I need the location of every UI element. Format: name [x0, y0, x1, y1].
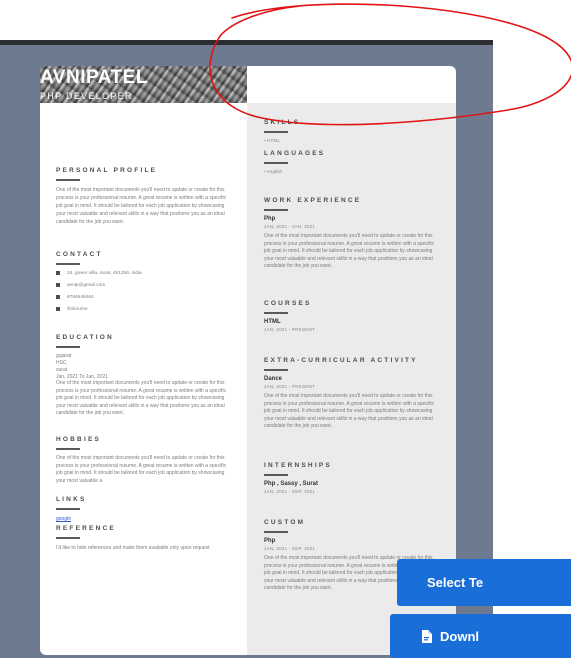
- section-rule: [264, 131, 288, 133]
- personal-profile-text: One of the most important documents you'…: [56, 187, 227, 225]
- section-rule: [264, 369, 288, 371]
- contact-linkedin: /linknumo: [67, 306, 88, 312]
- section-rule: [56, 179, 80, 181]
- courses-heading: COURSES: [264, 300, 312, 307]
- email-icon: [56, 283, 60, 287]
- skill-item: • HTML: [264, 139, 281, 144]
- custom-dates: JAN, 2021 - SEP, 2021: [264, 546, 316, 551]
- link-google[interactable]: google: [56, 516, 71, 522]
- contact-phone-row: 6794646464: [56, 293, 94, 301]
- section-rule: [56, 263, 80, 265]
- course-name: HTML: [264, 319, 281, 325]
- hobbies-heading: HOBBIES: [56, 436, 102, 443]
- reference-text: I'd like to hide references and make the…: [56, 545, 210, 551]
- contact-phone: 6794646464: [67, 294, 94, 300]
- extra-curricular-heading: EXTRA-CURRICULAR ACTIVITY: [264, 357, 418, 364]
- work-text: One of the most important documents you'…: [264, 233, 435, 270]
- education-text: One of the most important documents you'…: [56, 380, 227, 417]
- links-heading: LINKS: [56, 496, 87, 503]
- section-rule: [264, 531, 288, 533]
- section-rule: [264, 209, 288, 211]
- internships-heading: INTERNSHIPS: [264, 462, 332, 469]
- pdf-file-icon: [421, 629, 432, 643]
- language-item-label: english: [267, 170, 283, 175]
- section-rule: [56, 508, 80, 510]
- activity-text: One of the most important documents you'…: [264, 393, 435, 430]
- section-rule: [56, 448, 80, 450]
- custom-heading: CUSTOM: [264, 519, 306, 526]
- education-heading: EDUCATION: [56, 334, 114, 341]
- select-template-button[interactable]: Select Te: [397, 559, 571, 606]
- contact-linkedin-row: /linknumo: [56, 305, 88, 313]
- resume-name: AVNIPATEL: [40, 67, 148, 88]
- contact-heading: CONTACT: [56, 251, 103, 258]
- section-rule: [264, 474, 288, 476]
- download-button[interactable]: Downl: [390, 614, 571, 658]
- section-rule: [56, 537, 80, 539]
- internship-dates: JAN, 2021 - SEP, 2021: [264, 489, 316, 494]
- contact-email-row: avnip@gmail.com: [56, 281, 105, 289]
- languages-heading: LANGUAGES: [264, 150, 326, 157]
- language-item: • english: [264, 170, 283, 175]
- resume-preview: AVNIPATEL PHP DEVELOPER PERSONAL PROFILE…: [40, 66, 456, 655]
- select-template-label: Select Te: [427, 575, 484, 590]
- location-icon: [56, 271, 60, 275]
- skill-item-label: HTML: [267, 139, 281, 144]
- phone-icon: [56, 295, 60, 299]
- reference-heading: REFERENCE: [56, 525, 116, 532]
- custom-name: Php: [264, 538, 276, 544]
- personal-profile-heading: PERSONAL PROFILE: [56, 167, 158, 174]
- resume-job-title: PHP DEVELOPER: [40, 91, 133, 101]
- internship-role: Php , Sassy , Surat: [264, 481, 319, 487]
- course-dates: JAN, 2021 - PRESENT: [264, 327, 316, 332]
- work-experience-heading: WORK EXPERIENCE: [264, 197, 362, 204]
- hobbies-text: One of the most important documents you'…: [56, 455, 227, 484]
- section-rule: [264, 312, 288, 314]
- linkedin-icon: [56, 307, 60, 311]
- contact-address-row: 34, green villa, surat, 461256, india: [56, 269, 142, 277]
- contact-email: avnip@gmail.com: [67, 282, 106, 288]
- download-label: Downl: [440, 628, 479, 644]
- section-rule: [56, 346, 80, 348]
- activity-dates: JAN, 2021 - PRESENT: [264, 384, 316, 389]
- activity-name: Dance: [264, 376, 283, 382]
- work-role: Php: [264, 216, 276, 222]
- work-dates: JAN, 2021 - JAN, 2021: [264, 224, 316, 229]
- skills-heading: SKILLS: [264, 119, 301, 126]
- contact-address: 34, green villa, surat, 461256, india: [67, 270, 142, 276]
- section-rule: [264, 162, 288, 164]
